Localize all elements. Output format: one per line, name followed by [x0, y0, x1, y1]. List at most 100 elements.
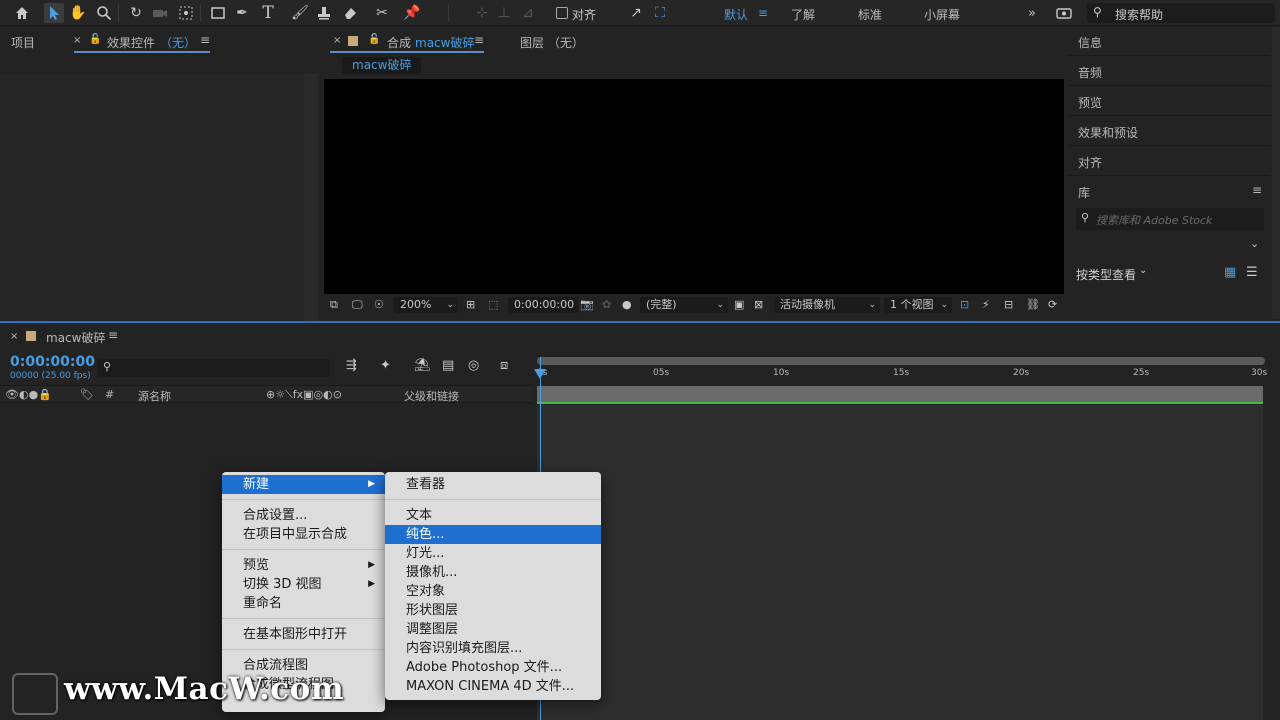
sync-settings-icon[interactable]: [1054, 3, 1074, 23]
camera-tool-icon[interactable]: [150, 3, 170, 23]
lock-icon[interactable]: 🔓: [368, 34, 380, 45]
workspace-learn[interactable]: 了解: [791, 6, 815, 23]
fast-previews-icon[interactable]: ⚡: [982, 298, 990, 311]
tab-composition-prefix[interactable]: 合成: [387, 34, 411, 51]
menu-item-reveal-in-project[interactable]: 在项目中显示合成: [222, 525, 385, 544]
timeline-icon[interactable]: ⊟: [1004, 298, 1013, 311]
menu-item-preview[interactable]: 预览 ▶: [222, 556, 385, 575]
library-search-input[interactable]: ⚲ 搜索库和 Adobe Stock: [1076, 208, 1264, 230]
snapshot-camera-icon[interactable]: 📷: [580, 298, 594, 311]
resolution-dropdown[interactable]: (完整) ⌄: [640, 297, 728, 313]
tab-timeline[interactable]: macw破碎: [46, 329, 105, 346]
menu-item-rename[interactable]: 重命名: [222, 594, 385, 613]
brush-tool-icon[interactable]: 🖌: [290, 3, 310, 23]
panel-menu-icon[interactable]: ≡: [108, 328, 118, 342]
composition-viewer[interactable]: [324, 79, 1064, 294]
menu-item-new[interactable]: 新建 ▶: [222, 475, 385, 494]
show-snapshot-icon[interactable]: ✿: [602, 298, 611, 311]
submenu-item-content-aware-fill[interactable]: 内容识别填充图层...: [385, 639, 601, 658]
transparency-grid-icon[interactable]: ⊠: [754, 298, 763, 311]
menu-item-open-essential-graphics[interactable]: 在基本图形中打开: [222, 625, 385, 644]
reset-exposure-icon[interactable]: ⟳: [1048, 298, 1057, 311]
tab-layer[interactable]: 图层 （无）: [520, 34, 584, 51]
panel-effects-presets[interactable]: 效果和预设: [1078, 124, 1138, 141]
grid-icon[interactable]: ⊞: [466, 298, 475, 311]
column-parent-link[interactable]: 父级和链接: [404, 388, 459, 404]
menu-item-switch-3d-view[interactable]: 切换 3D 视图 ▶: [222, 575, 385, 594]
switches-icons[interactable]: ⊕☼⟍fx▣◎◐⊙: [266, 388, 342, 402]
panel-menu-icon[interactable]: ≡: [200, 33, 210, 47]
view-layout-dropdown[interactable]: 1 个视图 ⌄: [884, 297, 952, 313]
pan-behind-tool-icon[interactable]: [176, 3, 196, 23]
lock-icon[interactable]: 🔓: [89, 34, 101, 45]
snap-features-icon[interactable]: ⛶: [650, 3, 670, 23]
local-axis-icon[interactable]: ⊹: [472, 3, 492, 23]
workspace-standard[interactable]: 标准: [858, 6, 882, 23]
sidebar-scrollbar[interactable]: [1272, 27, 1280, 319]
hand-tool-icon[interactable]: ✋: [68, 3, 88, 23]
av-features-icons[interactable]: 👁◐●🔒: [5, 388, 52, 401]
list-view-icon[interactable]: ☰: [1246, 265, 1258, 280]
frame-blending-icon[interactable]: ▤: [442, 358, 454, 373]
region-of-interest-icon[interactable]: ⬚: [488, 298, 498, 311]
camera-dropdown[interactable]: 活动摄像机 ⌄: [774, 297, 880, 313]
workspace-small-screen[interactable]: 小屏幕: [924, 6, 960, 23]
pen-tool-icon[interactable]: ✒: [232, 3, 252, 23]
column-source-name[interactable]: 源名称: [138, 388, 171, 404]
hide-shy-layers-icon[interactable]: ⛱: [414, 358, 431, 373]
snap-checkbox[interactable]: [556, 7, 568, 19]
help-search-input[interactable]: ⚲ 搜索帮助: [1087, 3, 1275, 23]
submenu-item-solid[interactable]: 纯色...: [385, 525, 601, 544]
workspace-default[interactable]: 默认: [724, 6, 748, 23]
submenu-item-adjustment-layer[interactable]: 调整图层: [385, 620, 601, 639]
motion-blur-icon[interactable]: ◎: [468, 358, 479, 373]
draft-3d-icon[interactable]: ✦: [380, 358, 391, 373]
workspace-menu-icon[interactable]: ≡: [758, 6, 768, 20]
label-column-icon[interactable]: 🏷: [80, 388, 94, 401]
monitor-icon[interactable]: 🖵: [352, 298, 363, 312]
comp-mini-flowchart-icon[interactable]: ⇶: [346, 358, 357, 373]
fast-preview-icon[interactable]: ▣: [734, 298, 744, 311]
zoom-tool-icon[interactable]: [94, 3, 114, 23]
snap-edges-icon[interactable]: ↗: [626, 3, 646, 23]
eraser-tool-icon[interactable]: [340, 3, 360, 23]
panel-audio[interactable]: 音频: [1078, 64, 1102, 81]
close-tab-icon[interactable]: ×: [10, 331, 18, 342]
comp-breadcrumb[interactable]: macw破碎: [342, 57, 422, 74]
panel-libraries[interactable]: 库: [1078, 184, 1090, 201]
panel-menu-icon[interactable]: ≡: [474, 33, 484, 47]
view-by-type-dropdown[interactable]: 按类型查看: [1076, 266, 1136, 283]
always-preview-icon[interactable]: ⧉: [330, 298, 338, 312]
viewer-timecode[interactable]: 0:00:00:00: [508, 297, 578, 313]
view-axis-icon[interactable]: ⊿: [518, 3, 538, 23]
close-tab-icon[interactable]: ×: [73, 35, 81, 46]
close-tab-icon[interactable]: ×: [333, 35, 341, 46]
rotate-tool-icon[interactable]: ↻: [126, 3, 146, 23]
panel-info[interactable]: 信息: [1078, 34, 1102, 51]
timeline-track-area[interactable]: [537, 405, 1263, 720]
current-time-display[interactable]: 0:00:00:00: [10, 354, 95, 370]
type-tool-icon[interactable]: T: [258, 3, 278, 23]
color-channels-icon[interactable]: ●: [622, 298, 632, 311]
more-workspaces-icon[interactable]: »: [1028, 6, 1036, 21]
roto-brush-tool-icon[interactable]: ✂: [372, 3, 392, 23]
tab-project[interactable]: 项目: [11, 34, 35, 51]
rectangle-tool-icon[interactable]: [208, 3, 228, 23]
submenu-item-camera[interactable]: 摄像机...: [385, 563, 601, 582]
tab-effect-controls[interactable]: 效果控件: [107, 34, 155, 51]
tab-composition-name[interactable]: macw破碎: [415, 34, 474, 51]
submenu-item-shape-layer[interactable]: 形状图层: [385, 601, 601, 620]
panel-align[interactable]: 对齐: [1078, 154, 1102, 171]
menu-item-comp-settings[interactable]: 合成设置...: [222, 506, 385, 525]
zoom-dropdown[interactable]: 200% ⌄: [394, 297, 458, 313]
toggle-pixel-aspect-icon[interactable]: ⊡: [960, 298, 969, 311]
submenu-item-viewer[interactable]: 查看器: [385, 475, 601, 494]
panel-preview[interactable]: 预览: [1078, 94, 1102, 111]
submenu-item-cinema4d-file[interactable]: MAXON CINEMA 4D 文件...: [385, 677, 601, 696]
puppet-pin-tool-icon[interactable]: 📌: [402, 3, 422, 23]
layer-search-input[interactable]: ⚲: [98, 359, 330, 377]
submenu-item-null-object[interactable]: 空对象: [385, 582, 601, 601]
grid-view-icon[interactable]: ▦: [1224, 265, 1236, 280]
graph-editor-icon[interactable]: ⧈: [500, 358, 508, 373]
flowchart-icon[interactable]: ⛓: [1026, 298, 1040, 311]
